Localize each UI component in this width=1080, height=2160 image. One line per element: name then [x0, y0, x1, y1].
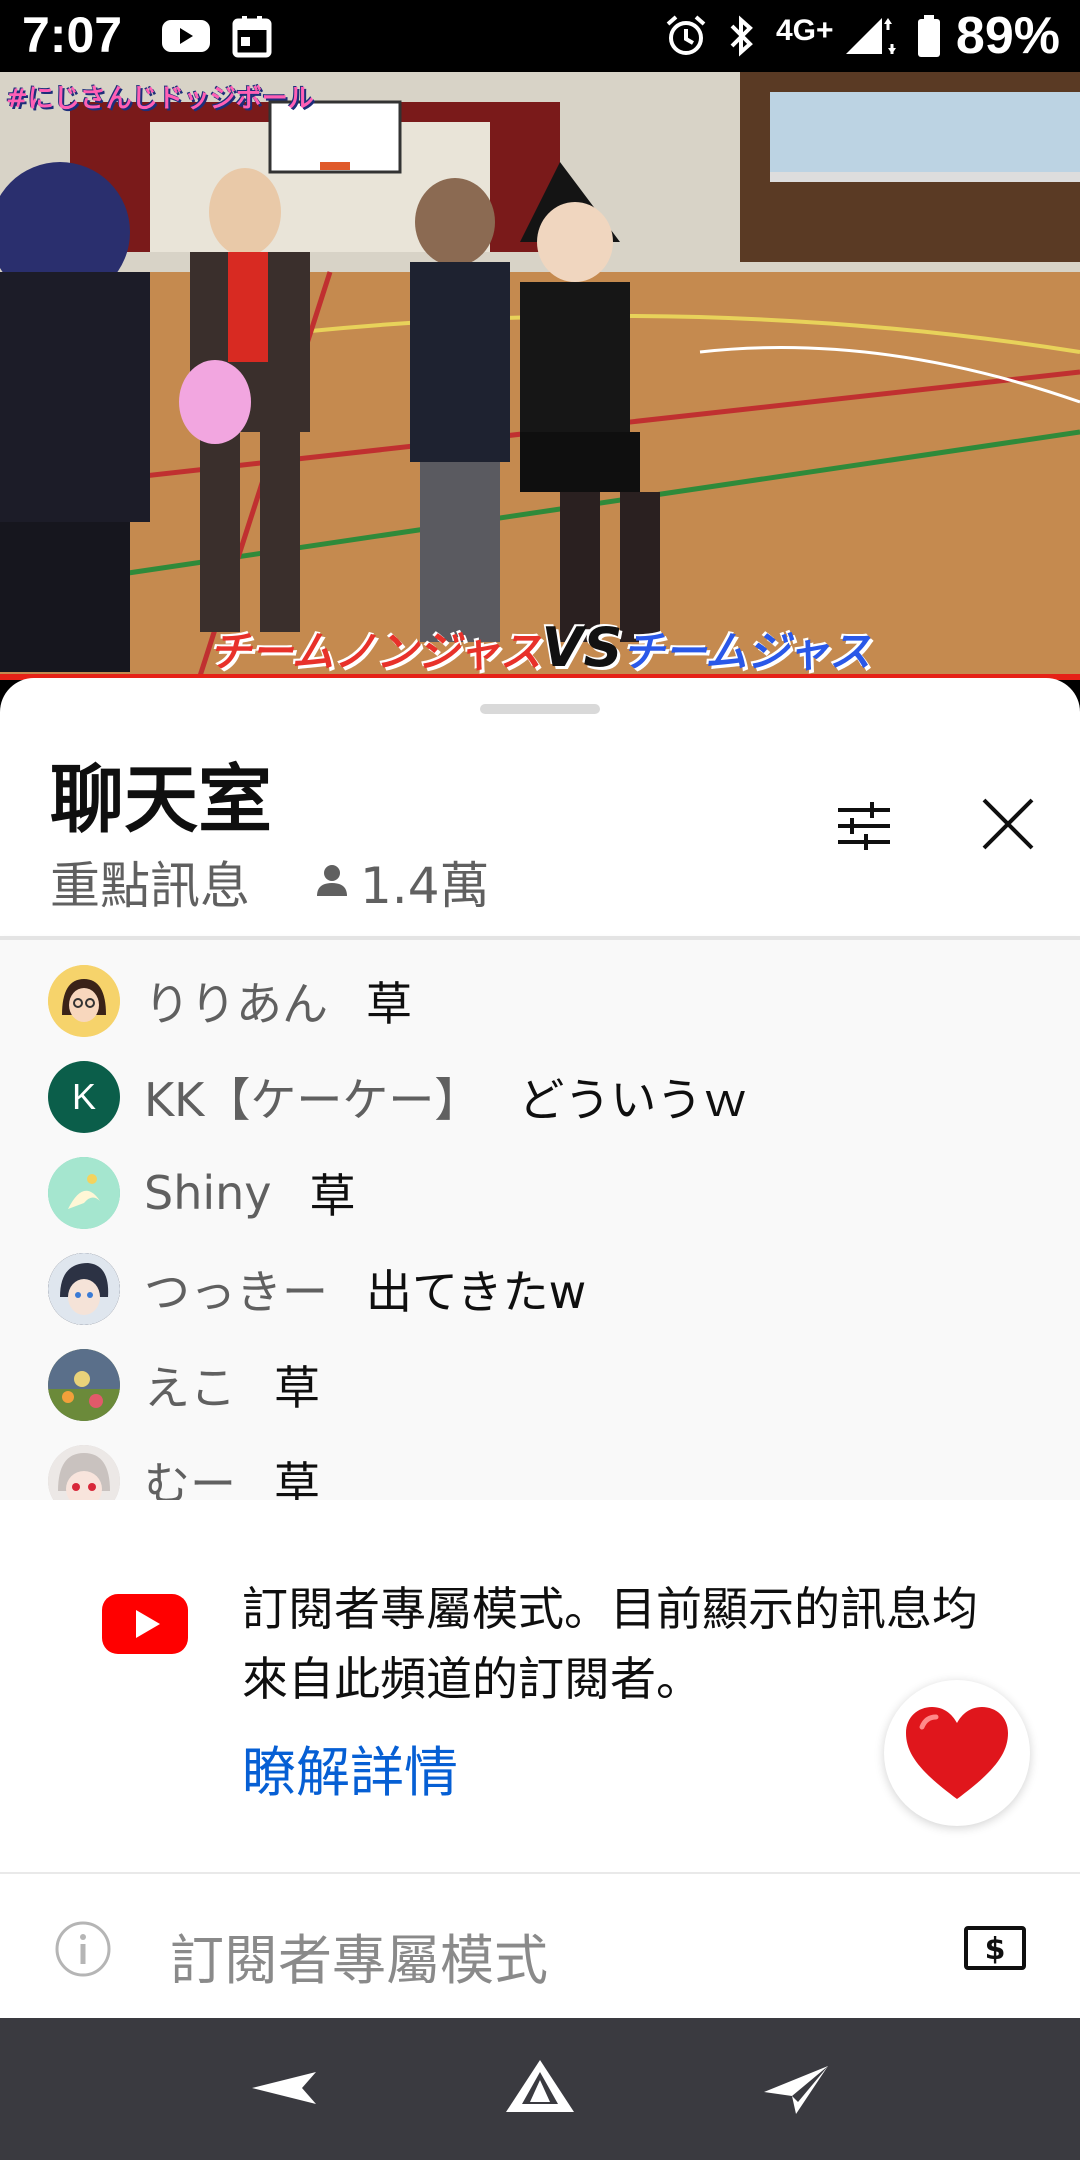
video-caption: チームノンジャスVSチームジャス: [0, 616, 1080, 676]
notice-text: 訂閱者專屬模式。目前顯示的訊息均來自此頻道的訂閱者。: [242, 1582, 978, 1706]
caption-vs: VS: [541, 616, 623, 676]
avatar[interactable]: [48, 965, 120, 1037]
bluetooth-icon: [730, 15, 753, 57]
chat-mode-dropdown[interactable]: 重點訊息: [50, 846, 250, 918]
message-author[interactable]: りりあん: [144, 968, 328, 1034]
girl-avatar-icon: [48, 965, 120, 1037]
youtube-logo-icon: [102, 1594, 188, 1654]
avatar[interactable]: [48, 1157, 120, 1229]
message-text: 草: [274, 1457, 320, 1500]
nav-home-icon[interactable]: [500, 2058, 580, 2118]
message-author[interactable]: えこ: [144, 1352, 236, 1418]
reaction-heart-button[interactable]: [884, 1680, 1030, 1826]
video-hashtag: #にじさんじドッジボール: [6, 84, 314, 114]
message-text: 出てきたw: [366, 1265, 587, 1319]
youtube-notification-icon: [162, 20, 210, 52]
message-author[interactable]: むー: [144, 1448, 236, 1500]
chat-message: むー 草: [48, 1444, 1048, 1500]
battery-percent: 89%: [955, 7, 1060, 65]
chat-title: 聊天室: [50, 757, 272, 843]
message-text: 草: [366, 977, 412, 1031]
scenery-avatar-icon: [48, 1349, 120, 1421]
viewer-count: 1.4萬: [360, 857, 490, 915]
nav-back-icon[interactable]: [244, 2058, 324, 2118]
message-text: どういうｗ: [518, 1073, 749, 1127]
message-author[interactable]: Shiny: [144, 1166, 272, 1220]
status-time: 7:07: [22, 7, 123, 63]
alarm-icon: [666, 15, 706, 55]
status-bar: 7:07 4G+ 89%: [0, 0, 1080, 72]
video-frame: [0, 72, 1080, 676]
avatar[interactable]: [48, 1445, 120, 1500]
signal-icon: [846, 18, 896, 54]
battery-icon: [918, 15, 940, 57]
white-hair-avatar-icon: [48, 1445, 120, 1500]
avatar[interactable]: K: [48, 1061, 120, 1133]
filter-settings-icon[interactable]: [834, 796, 894, 856]
chat-message: Shiny 草: [48, 1156, 1048, 1230]
chat-message: りりあん 草: [48, 964, 1048, 1038]
avatar[interactable]: [48, 1253, 120, 1325]
info-icon[interactable]: [54, 1920, 112, 1978]
dragon-avatar-icon: [48, 1157, 120, 1229]
chat-message: えこ 草: [48, 1348, 1048, 1422]
chat-message: K KK【ケーケー】 どういうｗ: [48, 1060, 1048, 1134]
calendar-notification-icon: [232, 16, 272, 58]
chat-message: つっきー 出てきたw: [48, 1252, 1048, 1326]
learn-more-link[interactable]: 瞭解詳情: [242, 1728, 458, 1807]
video-player[interactable]: #にじさんじドッジボール チームノンジャスVSチームジャス: [0, 72, 1080, 676]
person-icon: [317, 865, 347, 896]
super-chat-icon[interactable]: $: [964, 1926, 1026, 1970]
message-text: 草: [274, 1361, 320, 1415]
caption-team-right: チームジャス: [622, 627, 871, 676]
network-type: 4G+: [776, 14, 834, 47]
drag-handle[interactable]: [480, 704, 600, 714]
message-author[interactable]: KK【ケーケー】: [144, 1064, 480, 1130]
heart-icon: [906, 1707, 1008, 1799]
anime-avatar-icon: [48, 1253, 120, 1325]
caption-team-left: チームノンジャス: [209, 627, 542, 676]
character-left: [0, 162, 150, 672]
system-nav-bar: [0, 2018, 1080, 2160]
chat-message-list[interactable]: りりあん 草 K KK【ケーケー】 どういうｗ Shiny 草 つっきー 出てき…: [0, 940, 1080, 1500]
nav-recents-icon[interactable]: [756, 2058, 836, 2118]
svg-text:$: $: [985, 1932, 1006, 1967]
chat-input-bar: 訂閱者專屬模式 $: [0, 1872, 1080, 2018]
avatar[interactable]: [48, 1349, 120, 1421]
chat-input-placeholder[interactable]: 訂閱者專屬模式: [170, 1916, 548, 1995]
message-text: 草: [309, 1169, 356, 1223]
close-icon[interactable]: [980, 796, 1036, 852]
message-author[interactable]: つっきー: [144, 1256, 328, 1322]
subscriber-only-notice: 訂閱者專屬模式。目前顯示的訊息均來自此頻道的訂閱者。 瞭解詳情: [48, 1540, 1032, 1848]
